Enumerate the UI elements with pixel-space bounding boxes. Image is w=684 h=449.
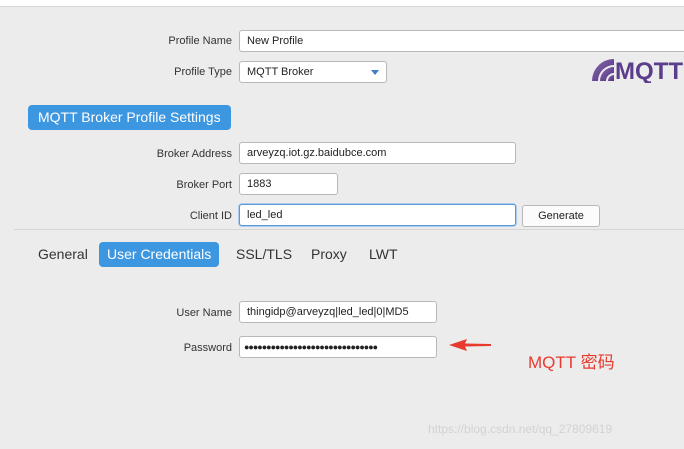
tab-lwt[interactable]: LWT — [361, 242, 406, 267]
divider — [14, 229, 684, 230]
profile-type-value: MQTT Broker — [247, 66, 314, 78]
tab-proxy[interactable]: Proxy — [303, 242, 355, 267]
broker-port-input[interactable]: 1883 — [239, 173, 338, 195]
generate-button[interactable]: Generate — [522, 205, 600, 227]
tab-general[interactable]: General — [30, 242, 96, 267]
password-label: Password — [183, 342, 232, 354]
profile-type-label: Profile Type — [174, 66, 232, 78]
broker-port-label: Broker Port — [176, 179, 232, 191]
client-id-label: Client ID — [189, 210, 232, 222]
client-id-input[interactable]: led_led — [239, 204, 516, 226]
user-name-input[interactable]: thingidp@arveyzq|led_led|0|MD5 — [239, 301, 437, 323]
tab-user-credentials[interactable]: User Credentials — [99, 242, 220, 267]
broker-settings-header: MQTT Broker Profile Settings — [28, 105, 231, 130]
mqtt-logo: MQTT — [592, 58, 683, 83]
password-input[interactable]: ●●●●●●●●●●●●●●●●●●●●●●●●●●●●●● — [239, 336, 437, 358]
broker-address-input[interactable]: arveyzq.iot.gz.baidubce.com — [239, 142, 516, 164]
logo-text: MQTT — [615, 58, 683, 83]
user-name-label: User Name — [176, 307, 232, 319]
profile-type-select[interactable]: MQTT Broker — [239, 61, 387, 83]
profile-name-input[interactable]: New Profile — [239, 30, 684, 52]
password-annotation: MQTT 密码 — [528, 353, 615, 372]
watermark: https://blog.csdn.net/qq_27809619 — [428, 422, 613, 436]
tab-ssl-tls[interactable]: SSL/TLS — [228, 242, 300, 267]
broker-address-label: Broker Address — [156, 148, 232, 160]
chevron-down-icon — [371, 70, 379, 75]
profile-name-label: Profile Name — [168, 35, 232, 47]
arrow-left-icon — [449, 339, 491, 351]
